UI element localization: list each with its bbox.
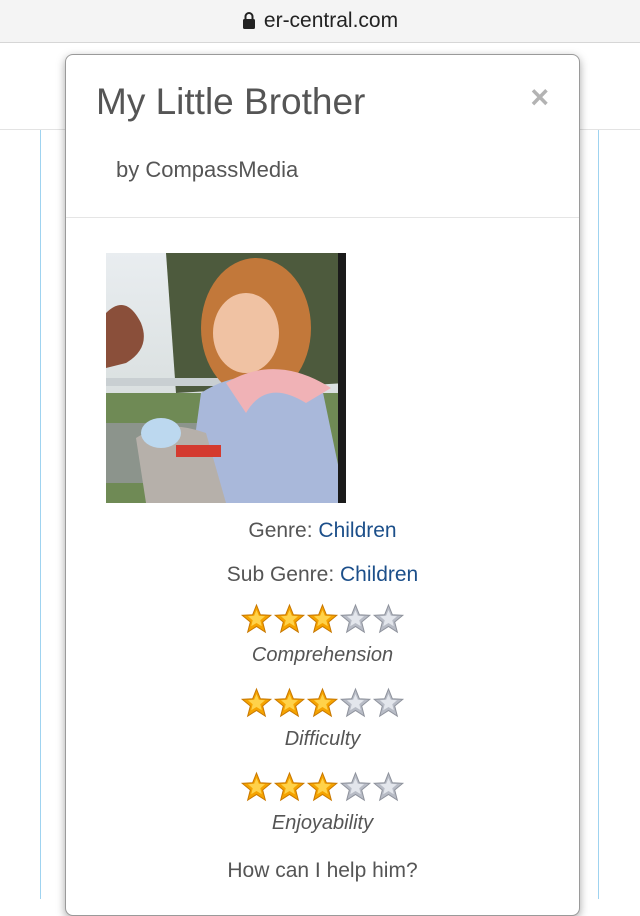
star-filled-icon [306, 603, 339, 634]
comprehension-label: Comprehension [251, 644, 394, 666]
star-empty-icon [372, 771, 405, 802]
star-empty-icon [339, 687, 372, 718]
star-filled-icon [273, 603, 306, 634]
url-text: er-central.com [263, 9, 399, 32]
comprehension-stars [66, 603, 579, 635]
star-filled-icon [273, 687, 306, 718]
star-empty-icon [372, 687, 405, 718]
subgenre-label: Sub Genre: [226, 563, 335, 586]
subgenre-link[interactable]: Children [340, 563, 418, 586]
url-bar[interactable]: er-central.com [0, 0, 640, 43]
star-filled-icon [306, 687, 339, 718]
star-empty-icon [372, 603, 405, 634]
difficulty-label: Difficulty [284, 728, 361, 750]
genre-link[interactable]: Children [318, 519, 396, 542]
close-button[interactable]: × [530, 81, 549, 113]
star-filled-icon [240, 771, 273, 802]
star-empty-icon [339, 603, 372, 634]
enjoyability-stars [66, 771, 579, 803]
book-title: My Little Brother [96, 81, 366, 122]
genre-row: Genre: Children [66, 519, 579, 543]
page-border-right [598, 130, 599, 899]
book-details-modal: My Little Brother by CompassMedia × Genr… [65, 54, 580, 916]
star-filled-icon [240, 687, 273, 718]
enjoyability-label: Enjoyability [271, 812, 374, 834]
lock-icon [242, 11, 256, 29]
subgenre-row: Sub Genre: Children [66, 563, 579, 587]
star-filled-icon [273, 771, 306, 802]
genre-label: Genre: [248, 519, 313, 542]
star-filled-icon [306, 771, 339, 802]
star-empty-icon [339, 771, 372, 802]
star-filled-icon [240, 603, 273, 634]
book-cover-image [106, 253, 346, 503]
page-border-left [40, 130, 41, 899]
help-question: How can I help him? [227, 859, 418, 882]
modal-header: My Little Brother by CompassMedia × [66, 55, 579, 218]
difficulty-stars [66, 687, 579, 719]
book-author: by CompassMedia [116, 157, 299, 182]
